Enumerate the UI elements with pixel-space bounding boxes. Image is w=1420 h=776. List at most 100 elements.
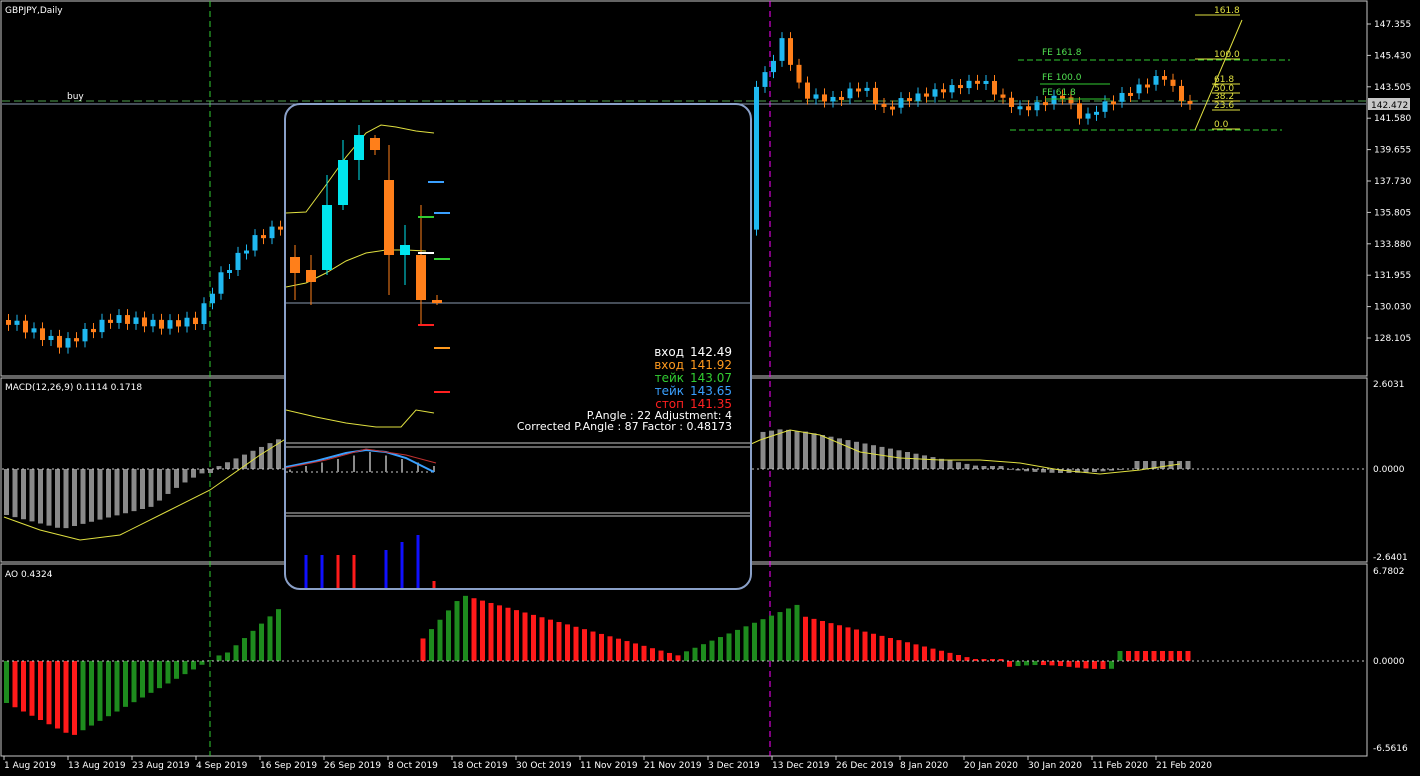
ao-bar bbox=[276, 609, 281, 661]
time-axis-label: 21 Nov 2019 bbox=[644, 761, 702, 771]
ao-bar bbox=[786, 608, 791, 661]
panel-info-label: вход bbox=[654, 345, 684, 359]
panel-band-bottom bbox=[286, 409, 435, 428]
candle-bear bbox=[1043, 102, 1048, 106]
time-axis-label: 20 Jan 2020 bbox=[964, 761, 1018, 771]
ao-bar bbox=[616, 638, 621, 661]
candle-bear bbox=[1026, 106, 1031, 111]
macd-bar bbox=[182, 469, 188, 483]
candle-bull bbox=[218, 272, 224, 294]
macd-bar bbox=[72, 469, 77, 526]
macd-axis-zero: 0.0000 bbox=[1373, 465, 1405, 475]
price-axis-label: 135.805 bbox=[1374, 208, 1411, 218]
ao-bar bbox=[590, 631, 596, 661]
macd-bar bbox=[786, 429, 791, 469]
candle-bear bbox=[108, 319, 113, 323]
ao-label: AO 0.4324 bbox=[5, 570, 53, 580]
candle-bull bbox=[48, 335, 54, 341]
ao-bar bbox=[454, 601, 460, 661]
time-axis-label: 30 Oct 2019 bbox=[516, 761, 572, 771]
candle-bear bbox=[261, 235, 266, 239]
ao-bar bbox=[752, 622, 757, 661]
fe-label: FE 100.0 bbox=[1042, 73, 1082, 83]
fibonacci-objects: FE 161.8FE 100.0FE 61.8161.8100.061.850.… bbox=[1010, 6, 1290, 131]
price-axis-label: 143.505 bbox=[1374, 83, 1411, 93]
macd-label: MACD(12,26,9) 0.1114 0.1718 bbox=[5, 383, 142, 393]
panel-info-label: тейк bbox=[654, 371, 684, 385]
ao-bar bbox=[259, 623, 264, 661]
panel-signal-line bbox=[286, 448, 437, 469]
ao-bar bbox=[1143, 651, 1148, 661]
time-axis-label: 11 Feb 2020 bbox=[1092, 761, 1148, 771]
ao-bar bbox=[267, 616, 273, 661]
ao-bar bbox=[803, 616, 808, 661]
fe-label: FE 61.8 bbox=[1042, 88, 1076, 98]
candle-bull bbox=[1085, 113, 1091, 119]
ao-bar bbox=[735, 629, 740, 661]
ao-bar bbox=[446, 610, 451, 661]
ao-bar bbox=[811, 618, 817, 661]
panel-macd-line bbox=[286, 448, 435, 473]
ao-bar bbox=[905, 642, 910, 661]
candle-bear bbox=[839, 96, 844, 100]
macd-bar bbox=[97, 469, 103, 520]
macd-bar bbox=[148, 469, 154, 507]
ao-bar bbox=[174, 661, 179, 679]
ao-bar bbox=[956, 655, 961, 661]
candle-bull bbox=[31, 328, 37, 333]
fibo-level-label: 100.0 bbox=[1214, 50, 1240, 60]
ao-bar bbox=[233, 645, 239, 661]
ao-bar bbox=[21, 661, 26, 712]
candle-bear bbox=[57, 335, 62, 348]
time-axis-label: 21 Feb 2020 bbox=[1156, 761, 1212, 771]
candle-bear bbox=[23, 320, 28, 333]
time-axis-label: 8 Jan 2020 bbox=[900, 761, 948, 771]
signal-panel[interactable]: вход 142.49 вход 141.92 тейк 143.07 тейк 143.65… bbox=[284, 103, 752, 590]
ao-bar bbox=[692, 647, 698, 661]
panel-info-label: вход bbox=[654, 358, 684, 372]
ao-bar bbox=[1032, 661, 1038, 666]
ao-bar bbox=[633, 643, 638, 661]
price-axis-label: 147.355 bbox=[1374, 20, 1411, 30]
macd-bar bbox=[1143, 461, 1148, 469]
macd-bar bbox=[896, 450, 902, 469]
ao-bar bbox=[820, 621, 825, 661]
macd-bar bbox=[1049, 469, 1055, 473]
candle-bear bbox=[805, 82, 810, 99]
candle-bear bbox=[975, 80, 980, 84]
macd-bar bbox=[165, 469, 171, 494]
macd-bar bbox=[905, 452, 910, 469]
candle-bear bbox=[1068, 97, 1074, 104]
macd-bar bbox=[1185, 461, 1191, 469]
macd-bar bbox=[854, 441, 859, 469]
ao-bar bbox=[97, 661, 103, 721]
ao-bar bbox=[471, 598, 477, 661]
macd-bar bbox=[131, 469, 137, 512]
macd-bar bbox=[820, 435, 825, 469]
macd-bar bbox=[1177, 461, 1182, 469]
ao-bar bbox=[964, 657, 970, 661]
ao-bar bbox=[514, 610, 519, 661]
ao-bar bbox=[709, 640, 715, 661]
macd-bar bbox=[922, 455, 927, 469]
macd-bar bbox=[803, 431, 808, 469]
panel-candle-bull bbox=[322, 205, 332, 270]
ao-bar bbox=[29, 661, 35, 716]
ao-bar bbox=[106, 661, 111, 717]
candle-bull bbox=[813, 94, 819, 99]
ao-bar bbox=[1160, 651, 1165, 661]
ao-bar bbox=[242, 638, 247, 661]
symbol-title: GBPJPY,Daily bbox=[5, 6, 63, 16]
ao-bar bbox=[939, 650, 944, 661]
ao-bar bbox=[675, 655, 681, 661]
macd-bar bbox=[174, 469, 179, 488]
candle-bull bbox=[14, 320, 20, 325]
candle-bear bbox=[1000, 94, 1006, 98]
candle-bear bbox=[1179, 85, 1184, 101]
candle-bear bbox=[1009, 97, 1014, 107]
ao-bar bbox=[522, 612, 528, 661]
fe-label: FE 161.8 bbox=[1042, 48, 1082, 58]
time-axis-label: 1 Aug 2019 bbox=[4, 761, 56, 771]
ao-bar bbox=[879, 635, 885, 661]
ao-bar bbox=[599, 633, 604, 661]
